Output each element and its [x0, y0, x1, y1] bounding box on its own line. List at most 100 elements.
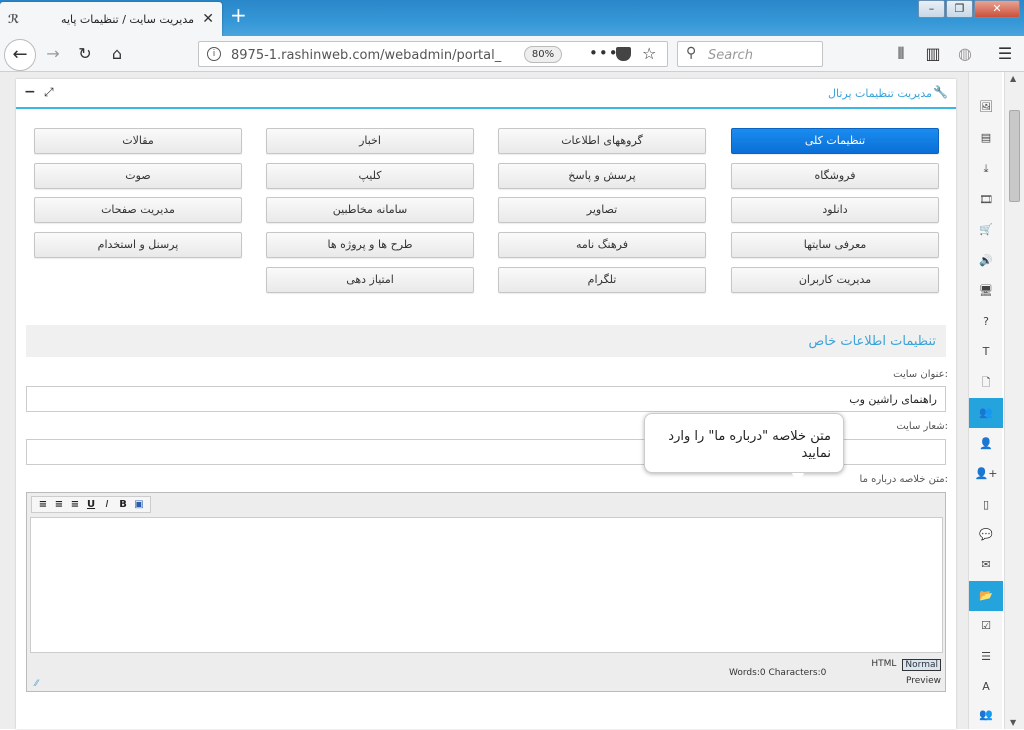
forward-button[interactable]: →: [42, 44, 64, 66]
sidebar-user-icon[interactable]: 👤: [969, 429, 1003, 459]
italic-button[interactable]: I: [99, 497, 115, 512]
scroll-down-icon[interactable]: ▼: [1010, 718, 1016, 727]
browser-navigation-bar: ← → ↻ ⌂ i 8975-1.rashinweb.com/webadmin/…: [0, 36, 1024, 72]
wrench-icon: 🔧: [933, 85, 948, 99]
align-center-icon[interactable]: ≡: [51, 497, 67, 512]
panel-title: مديريت تنظيمات پرتال: [828, 87, 932, 100]
sidebar-film-icon[interactable]: 🎞: [969, 185, 1003, 215]
nav-button-qa[interactable]: پرسش و پاسخ: [498, 163, 706, 189]
preview-button[interactable]: Preview: [906, 676, 941, 686]
sidebar-folder-open-icon[interactable]: 📂: [969, 581, 1003, 611]
resize-handle-icon[interactable]: ⁄⁄: [35, 679, 38, 689]
search-icon: ⚲: [686, 45, 697, 61]
nav-button-sites[interactable]: معرفی سایتها: [731, 232, 939, 258]
sidebar-font-icon[interactable]: A: [969, 672, 1003, 702]
html-mode-button[interactable]: HTML: [869, 659, 898, 671]
scroll-up-icon[interactable]: ▲: [1010, 74, 1016, 83]
sidebar-image-icon[interactable]: 🖼: [969, 92, 1003, 122]
restore-button[interactable]: ❐: [946, 0, 973, 18]
align-left-icon[interactable]: ≡: [67, 497, 83, 512]
nav-button-download[interactable]: دانلود: [731, 197, 939, 223]
sidebar-question-icon[interactable]: ?: [969, 307, 1003, 337]
save-icon[interactable]: ▣: [131, 497, 147, 512]
browser-tab[interactable]: ℛ مديريت سايت / تنظيمات پايه ✕: [0, 2, 222, 36]
nav-button-clip[interactable]: کلیپ: [266, 163, 474, 189]
reload-button[interactable]: ↻: [74, 44, 96, 66]
sidebar-list-icon[interactable]: ☰: [969, 642, 1003, 672]
back-button[interactable]: ←: [4, 39, 36, 71]
section-header: تنظیمات اطلاعات خاص: [26, 325, 946, 357]
new-tab-button[interactable]: +: [230, 3, 247, 27]
library-icon[interactable]: ⫴: [890, 44, 912, 66]
info-icon[interactable]: i: [207, 47, 221, 61]
address-bar[interactable]: i 8975-1.rashinweb.com/webadmin/portal_ …: [198, 41, 668, 67]
sidebar-page-icon[interactable]: 🗋: [969, 368, 1003, 398]
nav-button-general-settings[interactable]: تنظيمات کلی: [731, 128, 939, 154]
editor-text-area[interactable]: [30, 517, 943, 653]
sidebar-monitor-icon[interactable]: 🖥: [969, 276, 1003, 306]
browser-tab-bar: ℛ مديريت سايت / تنظيمات پايه ✕ + – ❐ ✕: [0, 0, 1024, 36]
site-title-label: عنوان سایت:: [893, 369, 948, 380]
zoom-level[interactable]: 80%: [524, 46, 562, 63]
sidebar-document-icon[interactable]: ▤: [969, 123, 1003, 153]
bookmark-star-icon[interactable]: ☆: [642, 44, 656, 63]
nav-button-personnel[interactable]: پرسنل و استخدام: [34, 232, 242, 258]
close-window-button[interactable]: ✕: [974, 0, 1020, 18]
site-title-field[interactable]: راهنمای راشین وب: [26, 386, 946, 412]
sidebar-cart-icon[interactable]: 🛒: [969, 215, 1003, 245]
window-controls: – ❐ ✕: [917, 0, 1020, 20]
url-text: 8975-1.rashinweb.com/webadmin/portal_: [231, 48, 502, 63]
sidebar-checkbox-icon[interactable]: ☑: [969, 611, 1003, 641]
nav-button-rating[interactable]: امتیاز دهی: [266, 267, 474, 293]
sidebar-mobile-icon[interactable]: ▯: [969, 490, 1003, 520]
tab-close-icon[interactable]: ✕: [202, 11, 214, 27]
sidebar-add-user-icon[interactable]: 👤+: [969, 459, 1003, 489]
page-scrollbar[interactable]: ▲ ▼: [1004, 72, 1024, 729]
normal-mode-button[interactable]: Normal: [902, 659, 941, 671]
rashinweb-favicon-icon: ℛ: [8, 12, 20, 26]
globe-icon[interactable]: ◍: [954, 44, 976, 66]
sidebar-speaker-icon[interactable]: 🔊: [969, 246, 1003, 276]
section-title: تنظیمات اطلاعات خاص: [808, 334, 937, 349]
site-title-value: راهنمای راشین وب: [849, 393, 937, 406]
collapse-icon[interactable]: −: [24, 84, 36, 100]
slogan-label: شعار سایت:: [896, 421, 948, 432]
nav-button-audio[interactable]: صوت: [34, 163, 242, 189]
minimize-button[interactable]: –: [918, 0, 945, 18]
pocket-icon[interactable]: [616, 47, 631, 61]
nav-button-projects[interactable]: طرح ها و پروژه ها: [266, 232, 474, 258]
nav-button-news[interactable]: اخبار: [266, 128, 474, 154]
sidebar-text-icon[interactable]: T: [969, 337, 1003, 367]
scroll-thumb[interactable]: [1009, 110, 1020, 202]
bold-button[interactable]: B: [115, 497, 131, 512]
nav-button-articles[interactable]: مقالات: [34, 128, 242, 154]
page-content: − ⤢ مديريت تنظيمات پرتال 🔧 تنظيمات کلی گ…: [0, 72, 968, 729]
expand-icon[interactable]: ⤢: [44, 85, 54, 100]
search-input[interactable]: ⚲ Search: [677, 41, 823, 67]
panel-header: − ⤢ مديريت تنظيمات پرتال 🔧: [16, 79, 956, 109]
search-placeholder: Search: [708, 48, 753, 63]
menu-icon[interactable]: ☰: [994, 44, 1016, 66]
nav-button-users[interactable]: مدیریت کاربران: [731, 267, 939, 293]
align-right-icon[interactable]: ≡: [35, 497, 51, 512]
home-button[interactable]: ⌂: [106, 44, 128, 66]
nav-button-glossary[interactable]: فرهنگ نامه: [498, 232, 706, 258]
sidebar-download-icon[interactable]: ⤓: [969, 154, 1003, 184]
nav-button-telegram[interactable]: تلگرام: [498, 267, 706, 293]
nav-button-contacts[interactable]: سامانه مخاطبین: [266, 197, 474, 223]
editor-modes: HTML Normal: [865, 659, 941, 671]
nav-button-images[interactable]: تصاویر: [498, 197, 706, 223]
sidebar-group-icon[interactable]: 👥: [969, 700, 1003, 730]
sidebar-contacts-icon[interactable]: 👥: [969, 398, 1003, 428]
sidebar-mail-icon[interactable]: ✉: [969, 550, 1003, 580]
nav-button-pages[interactable]: مدیریت صفحات: [34, 197, 242, 223]
underline-button[interactable]: U: [83, 497, 99, 512]
sidebar-toggle-icon[interactable]: ▥: [922, 44, 944, 66]
page-actions-icon[interactable]: •••: [589, 44, 619, 62]
nav-button-shop[interactable]: فروشگاه: [731, 163, 939, 189]
about-tooltip: متن خلاصه "درباره ما" را وارد نمایید: [644, 413, 844, 487]
nav-button-info-groups[interactable]: گروههای اطلاعات: [498, 128, 706, 154]
editor-toolbar: ≡ ≡ ≡ U I B ▣: [31, 496, 151, 513]
tab-title: مديريت سايت / تنظيمات پايه: [61, 13, 194, 26]
sidebar-chat-icon[interactable]: 💬: [969, 520, 1003, 550]
